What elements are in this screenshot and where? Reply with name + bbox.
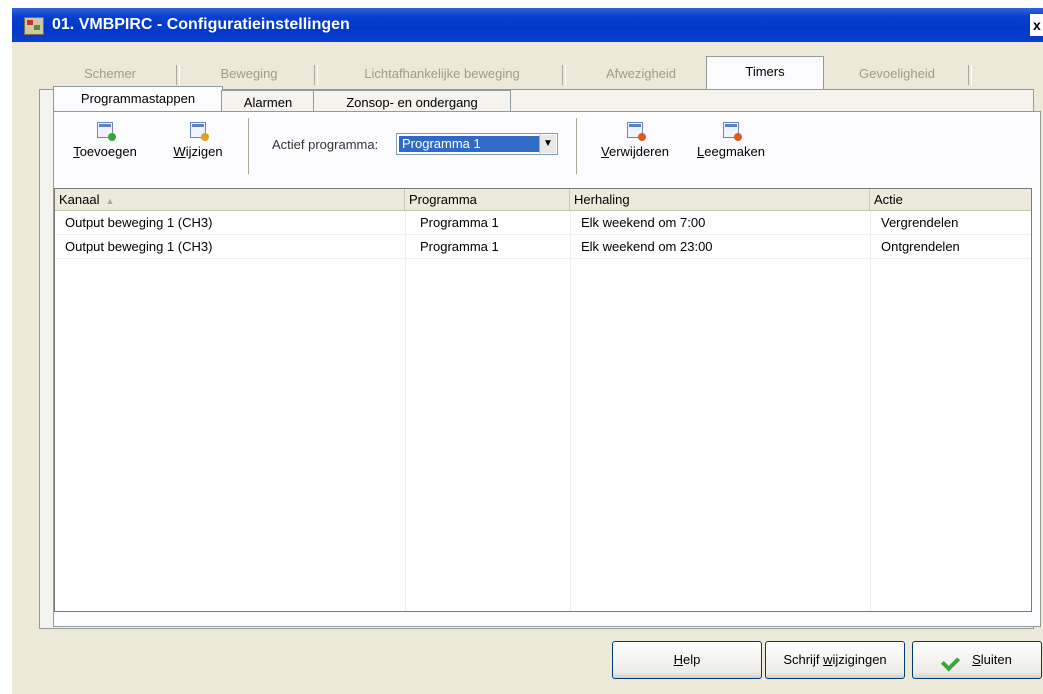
app-icon <box>24 17 44 35</box>
column-divider <box>870 211 871 611</box>
subtab-label: Programmastappen <box>80 91 196 106</box>
tab-lichtafhankelijke-beweging[interactable]: Lichtafhankelijke beweging <box>318 59 566 89</box>
row-divider <box>55 258 1031 259</box>
subtab-label: Alarmen <box>243 95 293 110</box>
cell-kanaal: Output beweging 1 (CH3) <box>65 215 213 230</box>
chevron-down-icon[interactable]: ▼ <box>539 135 556 153</box>
program-steps-table[interactable]: Kanaal ▲ Programma Herhaling Actie Output… <box>54 188 1032 612</box>
edit-step-icon <box>190 122 209 141</box>
tab-beweging[interactable]: Beweging <box>180 59 318 89</box>
tab-label: Timers <box>745 64 785 79</box>
remove-step-icon <box>627 122 646 141</box>
cell-herhaling: Elk weekend om 7:00 <box>581 215 706 230</box>
cell-programma: Programma 1 <box>420 215 499 230</box>
top-tab-strip: Schemer Beweging Lichtafhankelijke beweg… <box>40 56 1030 90</box>
column-divider <box>570 211 571 611</box>
tab-label: Lichtafhankelijke beweging <box>364 66 520 81</box>
title-bar[interactable]: 01. VMBPIRC - Configuratieinstellingen x <box>12 8 1043 42</box>
help-button[interactable]: Help <box>612 641 762 679</box>
clear-button[interactable]: Leegmaken <box>686 122 776 159</box>
dialog-window: 01. VMBPIRC - Configuratieinstellingen x… <box>12 8 1043 694</box>
column-header-herhaling[interactable]: Herhaling <box>570 189 870 211</box>
clear-button-label: Leegmaken <box>697 144 765 159</box>
toolbar-separator <box>248 118 252 174</box>
checkmark-icon <box>942 654 962 668</box>
remove-button-label: Verwijderen <box>601 144 669 159</box>
timers-panel: Programmastappen Alarmen Zonsop- en onde… <box>39 86 1041 629</box>
add-button-label: Toevoegen <box>73 144 137 159</box>
window-title: 01. VMBPIRC - Configuratieinstellingen <box>52 16 350 33</box>
write-changes-button[interactable]: Schrijf wijzigingen <box>765 641 905 679</box>
tab-schemer[interactable]: Schemer <box>40 59 180 89</box>
cell-actie: Ontgrendelen <box>881 239 960 254</box>
sort-ascending-icon: ▲ <box>105 196 115 206</box>
close-button[interactable]: Sluiten <box>912 641 1042 679</box>
cell-kanaal: Output beweging 1 (CH3) <box>65 239 213 254</box>
cell-herhaling: Elk weekend om 23:00 <box>581 239 713 254</box>
remove-button[interactable]: Verwijderen <box>590 122 680 159</box>
cell-actie: Vergrendelen <box>881 215 959 230</box>
cell-programma: Programma 1 <box>420 239 499 254</box>
add-step-icon <box>97 122 116 141</box>
edit-button[interactable]: Wijzigen <box>158 122 238 159</box>
column-divider <box>405 211 406 611</box>
active-program-select[interactable]: Programma 1 ▼ <box>396 133 558 155</box>
edit-button-label: Wijzigen <box>173 144 223 159</box>
column-header-actie[interactable]: Actie <box>870 189 1031 211</box>
tab-afwezigheid[interactable]: Afwezigheid <box>566 59 716 89</box>
tab-label: Afwezigheid <box>605 66 677 81</box>
column-header-programma[interactable]: Programma <box>405 189 570 211</box>
add-button[interactable]: Toevoegen <box>60 122 150 159</box>
header-label: Programma <box>409 192 477 207</box>
close-window-button[interactable]: x <box>1030 14 1043 36</box>
toolbar-separator <box>576 118 580 174</box>
program-steps-panel: Toevoegen Wijzigen Actief programma: Pro… <box>53 111 1041 627</box>
header-label: Actie <box>874 192 903 207</box>
clear-steps-icon <box>723 122 742 141</box>
tab-gevoeligheid[interactable]: Gevoeligheid <box>822 59 972 89</box>
header-label: Herhaling <box>574 192 630 207</box>
active-program-label: Actief programma: <box>272 137 379 152</box>
tab-timers[interactable]: Timers <box>706 56 824 90</box>
column-header-kanaal[interactable]: Kanaal ▲ <box>55 189 405 211</box>
tab-label: Schemer <box>83 66 137 81</box>
tab-label: Beweging <box>220 66 278 81</box>
subtab-label: Zonsop- en ondergang <box>346 95 478 110</box>
tab-label: Gevoeligheid <box>859 66 935 81</box>
active-program-value: Programma 1 <box>399 136 540 152</box>
header-label: Kanaal <box>59 192 100 207</box>
